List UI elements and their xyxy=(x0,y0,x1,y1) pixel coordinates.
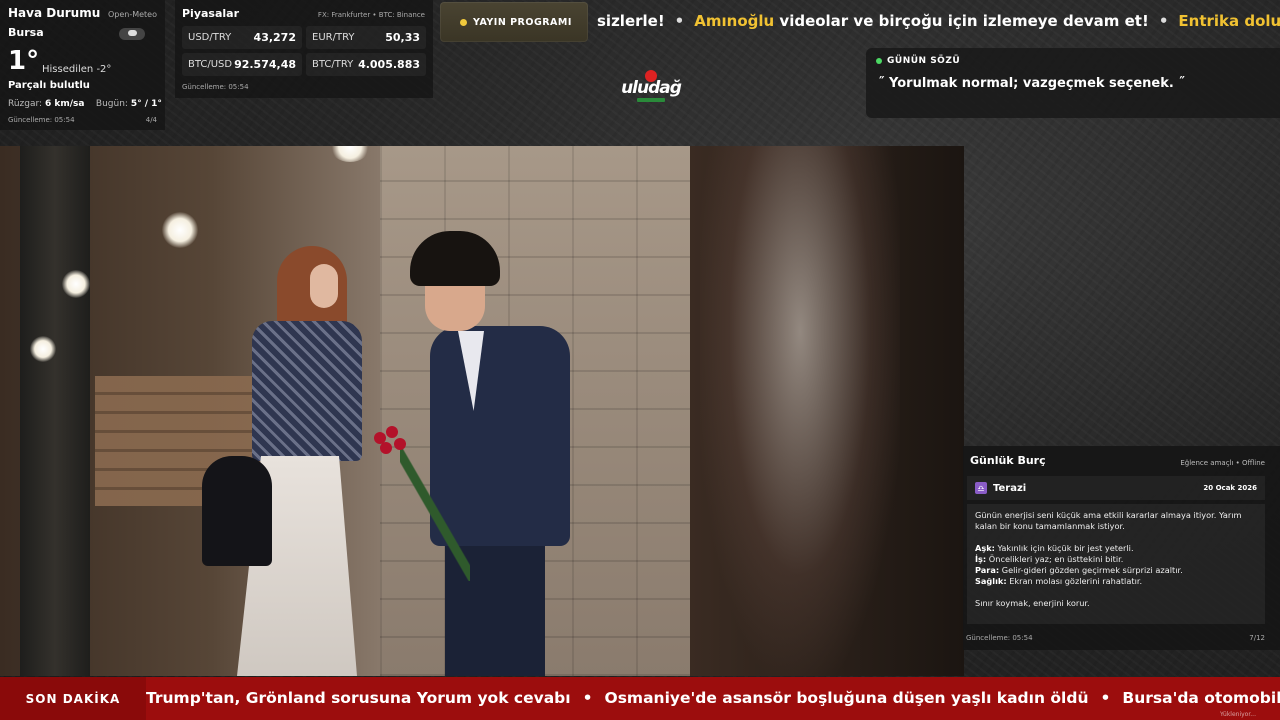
market-btc-usd: BTC/USD 92.574,48 xyxy=(182,53,302,76)
wind-value: 6 km/sa xyxy=(44,99,85,109)
weather-feels-like: Hissedilen -2° xyxy=(42,64,112,75)
weather-page-indicator: 4/4 xyxy=(145,116,157,124)
quote-heading: GÜNÜN SÖZÜ xyxy=(887,56,961,66)
news-separator: • xyxy=(1100,689,1111,707)
breaking-news-ticker: Trump'tan, Grönland sorusuna Yorum yok c… xyxy=(146,689,1280,707)
news-item: Osmaniye'de asansör boşluğuna düşen yaşl… xyxy=(604,689,1089,707)
scene-bokeh xyxy=(700,146,900,676)
weather-source: Open-Meteo xyxy=(107,10,157,19)
breaking-news-bar: SON DAKİKA Trump'tan, Grönland sorusuna … xyxy=(0,677,1280,720)
weather-panel: Hava Durumu Open-Meteo Bursa 1° Hissedil… xyxy=(0,0,165,130)
market-eur-try: EUR/TRY 50,33 xyxy=(306,26,426,49)
horoscope-sign: Terazi xyxy=(993,482,1027,494)
logo-text: uludağ xyxy=(621,78,682,98)
libra-icon: ♎ xyxy=(975,482,987,494)
market-value: 43,272 xyxy=(253,31,296,44)
news-item: Bursa'da otomobil a xyxy=(1122,689,1280,707)
news-item: Trump'tan, Grönland sorusuna Yorum yok c… xyxy=(146,689,571,707)
horoscope-closing: Sınır koymak, enerjini korur. xyxy=(975,598,1090,608)
markets-source: FX: Frankfurter • BTC: Binance xyxy=(317,11,425,19)
light-bulb-icon xyxy=(62,270,90,298)
market-usd-try: USD/TRY 43,272 xyxy=(182,26,302,49)
status-dot-icon xyxy=(876,58,882,64)
light-bulb-icon xyxy=(162,212,198,248)
scene-woman xyxy=(202,246,372,676)
top-ticker: YAYIN PROGRAMI sizlerle! • Amınoğlu videol… xyxy=(440,0,1280,44)
weather-temperature: 1° xyxy=(8,46,40,76)
horoscope-updated: Güncelleme: 05:54 xyxy=(966,634,1033,642)
weather-updated: Güncelleme: 05:54 xyxy=(8,116,75,124)
today-label: Bugün: xyxy=(95,99,128,109)
ticker-highlight-1: Amınoğlu xyxy=(694,12,775,30)
horoscope-intro: Günün enerjisi seni küçük ama etkili kar… xyxy=(975,510,1242,531)
horoscope-panel: Günlük Burç Eğlence amaçlı • Offline ♎ T… xyxy=(963,446,1280,650)
market-label: USD/TRY xyxy=(188,32,232,43)
market-label: BTC/USD xyxy=(188,59,233,70)
ticker-part-1: sizlerle! xyxy=(597,12,665,30)
weather-details: Rüzgar: 6 km/sa Bugün: 5° / 1° xyxy=(8,99,162,109)
quote-text: ˝ Yorulmak normal; vazgeçmek seçenek. ˝ xyxy=(878,76,1185,91)
schedule-button[interactable]: YAYIN PROGRAMI xyxy=(440,2,588,42)
ticker-separator: • xyxy=(1158,12,1169,30)
schedule-label: YAYIN PROGRAMI xyxy=(473,16,572,28)
horoscope-health: Sağlık: Ekran molası gözlerini rahatlatı… xyxy=(975,576,1143,586)
markets-updated: Güncelleme: 05:54 xyxy=(182,83,249,91)
video-player[interactable] xyxy=(0,146,964,676)
market-label: EUR/TRY xyxy=(312,32,355,43)
market-label: BTC/TRY xyxy=(312,59,354,70)
market-btc-try: BTC/TRY 4.005.883 xyxy=(306,53,426,76)
ticker-part-2: videolar ve birçoğu için izlemeye devam … xyxy=(774,12,1149,30)
quote-heading-row: GÜNÜN SÖZÜ xyxy=(876,56,1270,66)
market-value: 92.574,48 xyxy=(234,58,296,71)
horoscope-body: Günün enerjisi seni küçük ama etkili kar… xyxy=(967,504,1265,624)
horoscope-love: Aşk: Yakınlık için küçük bir jest yeterl… xyxy=(975,543,1134,553)
horoscope-page-indicator: 7/12 xyxy=(1249,634,1265,642)
market-value: 4.005.883 xyxy=(358,58,420,71)
loading-indicator: Yükleniyor... xyxy=(1220,711,1256,718)
wind-label: Rüzgar: xyxy=(8,99,43,109)
logo-underline xyxy=(637,98,665,102)
horoscope-sign-row: ♎ Terazi 20 Ocak 2026 xyxy=(967,476,1265,500)
weather-condition: Parçalı bulutlu xyxy=(8,80,90,91)
scene-pillar xyxy=(20,146,90,676)
ticker-separator: • xyxy=(674,12,685,30)
light-bulb-icon xyxy=(330,146,370,162)
live-dot-icon xyxy=(460,18,467,26)
news-separator: • xyxy=(582,689,593,707)
markets-grid: USD/TRY 43,272 EUR/TRY 50,33 BTC/USD 92.… xyxy=(182,26,426,76)
quote-panel: GÜNÜN SÖZÜ ˝ Yorulmak normal; vazgeçmek … xyxy=(866,48,1280,118)
horoscope-work: İş: Öncelikleri yaz; en üsttekini bitir. xyxy=(975,554,1124,564)
light-bulb-icon xyxy=(30,336,56,362)
horoscope-note: Eğlence amaçlı • Offline xyxy=(1180,459,1265,467)
scene-roses xyxy=(370,426,470,586)
breaking-news-label: SON DAKİKA xyxy=(0,677,146,720)
market-value: 50,33 xyxy=(385,31,420,44)
uludag-logo: uludağ xyxy=(621,70,682,106)
today-value: 5° / 1° xyxy=(130,99,162,109)
horoscope-date: 20 Ocak 2026 xyxy=(1203,484,1257,492)
markets-panel: Piyasalar FX: Frankfurter • BTC: Binance… xyxy=(175,0,433,98)
ticker-highlight-2: Entrika dolu Kısme xyxy=(1178,12,1280,30)
horoscope-money: Para: Gelir-gideri gözden geçirmek sürpr… xyxy=(975,565,1183,575)
ticker-text: sizlerle! • Amınoğlu videolar ve birçoğu i… xyxy=(597,12,1280,30)
partly-cloudy-icon xyxy=(119,28,145,40)
